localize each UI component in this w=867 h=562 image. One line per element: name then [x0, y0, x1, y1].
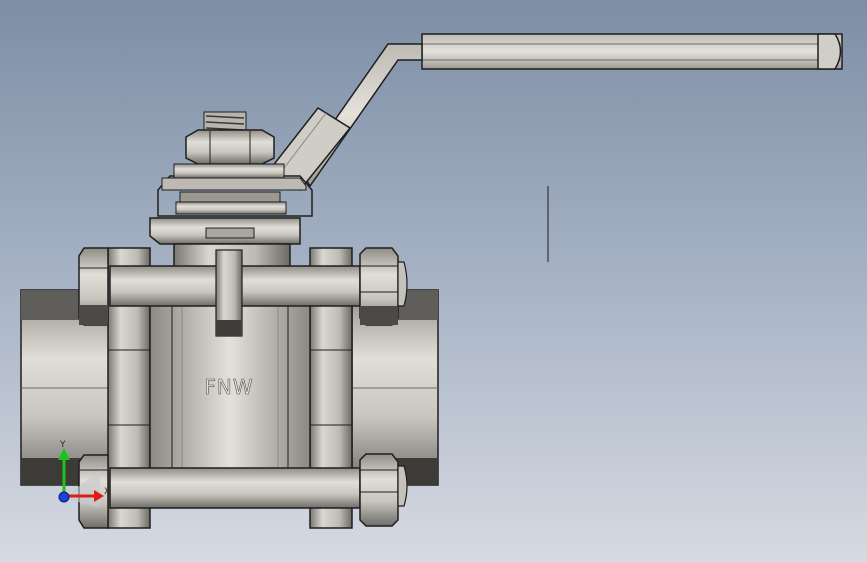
body-marking: FNW	[204, 375, 253, 399]
lever-handle[interactable]	[266, 33, 843, 191]
z-axis-icon	[58, 491, 70, 503]
left-upper-nut[interactable]	[78, 247, 109, 326]
graphics-viewport[interactable]: FNW Y X	[0, 0, 867, 562]
y-axis-label: Y	[59, 440, 66, 450]
x-axis-label: X	[104, 487, 110, 497]
ball-valve-model[interactable]: FNW Y X	[0, 0, 867, 562]
lower-bolt[interactable]	[109, 467, 361, 509]
stem-nut[interactable]	[185, 111, 275, 165]
